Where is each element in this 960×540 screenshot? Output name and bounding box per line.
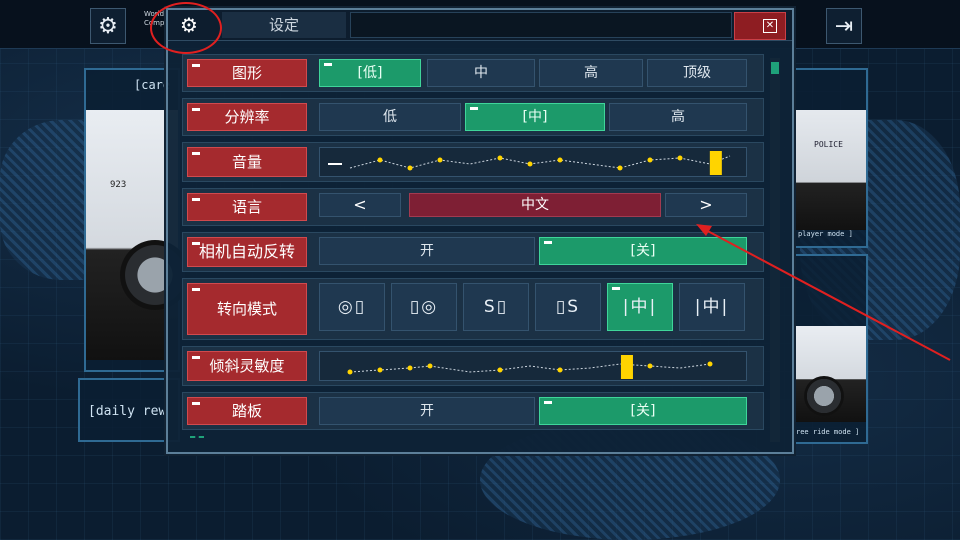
annotation-arrow [696, 224, 951, 361]
